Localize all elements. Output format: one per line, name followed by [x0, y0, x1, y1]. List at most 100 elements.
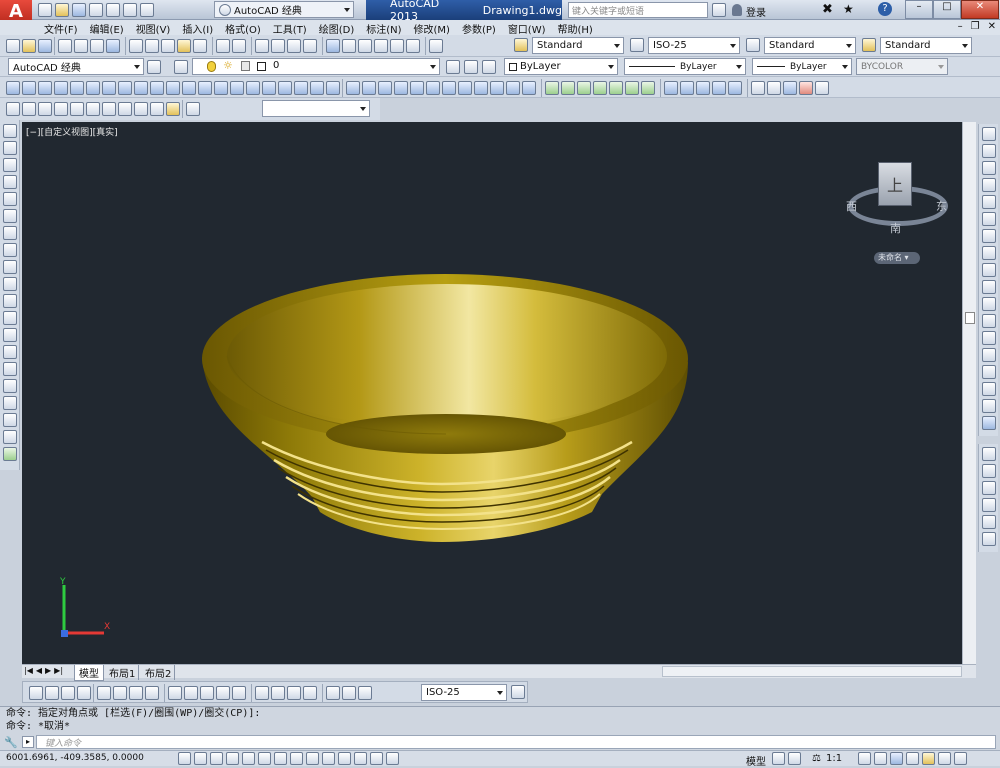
- search-box[interactable]: 键入关键字或短语: [568, 2, 708, 18]
- plotstyle-select[interactable]: BYCOLOR: [856, 58, 948, 75]
- workspace-switch-icon[interactable]: [890, 752, 903, 765]
- nw-iso-icon[interactable]: [150, 102, 164, 116]
- hardware-accel-icon[interactable]: [922, 752, 935, 765]
- presspull-icon[interactable]: [166, 81, 180, 95]
- blend-icon[interactable]: [981, 399, 996, 413]
- 3d-osnap-icon[interactable]: [274, 752, 287, 765]
- angular-icon[interactable]: [145, 686, 159, 700]
- scroll-thumb[interactable]: [965, 312, 975, 324]
- back-view-icon[interactable]: [86, 102, 100, 116]
- annotation-scale-icon[interactable]: ⚖: [812, 753, 821, 764]
- lineweight-toggle-icon[interactable]: [338, 752, 351, 765]
- realistic-icon[interactable]: [577, 81, 591, 95]
- redo-icon[interactable]: [232, 39, 246, 53]
- doc-restore-button[interactable]: ❐: [971, 21, 980, 32]
- menu-draw[interactable]: 绘图(D): [319, 21, 355, 36]
- viewcube-east[interactable]: 东: [936, 198, 947, 214]
- construction-line-icon[interactable]: [2, 141, 17, 155]
- break-at-point-icon[interactable]: [981, 314, 996, 328]
- transparency-icon[interactable]: [354, 752, 367, 765]
- command-customize-icon[interactable]: 🔧: [4, 736, 18, 749]
- point-icon[interactable]: [2, 345, 17, 359]
- center-mark-icon[interactable]: [271, 686, 285, 700]
- 3d-rotate-icon[interactable]: [294, 81, 308, 95]
- polygon-icon[interactable]: [2, 175, 17, 189]
- sheet-set-icon[interactable]: [374, 39, 388, 53]
- ucs-z-icon[interactable]: [522, 81, 536, 95]
- color-select[interactable]: ByLayer: [504, 58, 618, 75]
- planar-surface-icon[interactable]: [134, 81, 148, 95]
- dim-style-select[interactable]: ISO-25: [648, 37, 740, 54]
- sphere-icon[interactable]: [22, 81, 36, 95]
- command-input[interactable]: 键入命令: [36, 735, 996, 749]
- ordinate-icon[interactable]: [77, 686, 91, 700]
- cone-icon[interactable]: [54, 81, 68, 95]
- gradient-icon[interactable]: [2, 379, 17, 393]
- box-icon[interactable]: [6, 81, 20, 95]
- menu-tools[interactable]: 工具(T): [273, 21, 307, 36]
- ucs-view-icon[interactable]: [426, 81, 440, 95]
- polyline-icon[interactable]: [2, 158, 17, 172]
- ne-iso-icon[interactable]: [134, 102, 148, 116]
- mleader-style-select[interactable]: Standard: [880, 37, 972, 54]
- selection-cycling-icon[interactable]: [386, 752, 399, 765]
- free-orbit-icon[interactable]: [680, 81, 694, 95]
- top-view-icon[interactable]: [6, 102, 20, 116]
- table-style-icon[interactable]: [746, 38, 760, 52]
- wedge-icon[interactable]: [70, 81, 84, 95]
- wireframe-icon[interactable]: [545, 81, 559, 95]
- se-iso-icon[interactable]: [118, 102, 132, 116]
- cut-icon[interactable]: [129, 39, 143, 53]
- save-as-icon[interactable]: [89, 3, 103, 17]
- redo-icon[interactable]: [140, 3, 154, 17]
- undo-icon[interactable]: [216, 39, 230, 53]
- tab-prev-button[interactable]: ◀: [36, 666, 42, 675]
- open-icon[interactable]: [22, 39, 36, 53]
- pyramid-icon[interactable]: [102, 81, 116, 95]
- explode-icon[interactable]: [981, 416, 996, 430]
- preview-icon[interactable]: [74, 39, 88, 53]
- zoom-window-icon[interactable]: [287, 39, 301, 53]
- bring-above-icon[interactable]: [981, 481, 996, 495]
- block-editor-icon[interactable]: [193, 39, 207, 53]
- sweep-icon[interactable]: [182, 81, 196, 95]
- shaded-icon[interactable]: [609, 81, 623, 95]
- menu-window[interactable]: 窗口(W): [508, 21, 546, 36]
- 3d-move-icon[interactable]: [278, 81, 292, 95]
- menu-modify[interactable]: 修改(M): [414, 21, 450, 36]
- paste-icon[interactable]: [161, 39, 175, 53]
- vertical-scrollbar[interactable]: [962, 122, 976, 664]
- menu-dimension[interactable]: 标注(N): [366, 21, 401, 36]
- stretch-icon[interactable]: [981, 263, 996, 277]
- tab-first-button[interactable]: |◀: [24, 666, 33, 675]
- 3d-align-icon[interactable]: [310, 81, 324, 95]
- bowl-3d-model[interactable]: [22, 122, 962, 664]
- help-icon[interactable]: ?: [878, 2, 892, 16]
- lineweight-select[interactable]: ByLayer: [752, 58, 852, 75]
- erase-icon[interactable]: [981, 127, 996, 141]
- publish-icon[interactable]: [90, 39, 104, 53]
- send-under-icon[interactable]: [981, 498, 996, 512]
- coordinate-readout[interactable]: 6001.6961, -409.3585, 0.0000: [6, 753, 144, 763]
- mtext-icon[interactable]: [2, 430, 17, 444]
- left-view-icon[interactable]: [38, 102, 52, 116]
- dim-space-icon[interactable]: [216, 686, 230, 700]
- extrude-icon[interactable]: [150, 81, 164, 95]
- materials-icon[interactable]: [783, 81, 797, 95]
- close-button[interactable]: ✕: [961, 0, 999, 19]
- rotate-icon[interactable]: [981, 229, 996, 243]
- ucs-face-icon[interactable]: [394, 81, 408, 95]
- save-icon[interactable]: [72, 3, 86, 17]
- quick-view-drawings-icon[interactable]: [788, 752, 801, 765]
- match-properties-icon[interactable]: [177, 39, 191, 53]
- isolate-objects-icon[interactable]: [938, 752, 951, 765]
- array-icon[interactable]: [981, 195, 996, 209]
- inspect-icon[interactable]: [287, 686, 301, 700]
- dim-update-icon[interactable]: [358, 686, 372, 700]
- right-view-icon[interactable]: [54, 102, 68, 116]
- layer-previous-icon[interactable]: [464, 60, 478, 74]
- union-icon[interactable]: [230, 81, 244, 95]
- bottom-view-icon[interactable]: [22, 102, 36, 116]
- aligned-dim-icon[interactable]: [45, 686, 59, 700]
- exchange-icon[interactable]: ✖: [822, 2, 833, 17]
